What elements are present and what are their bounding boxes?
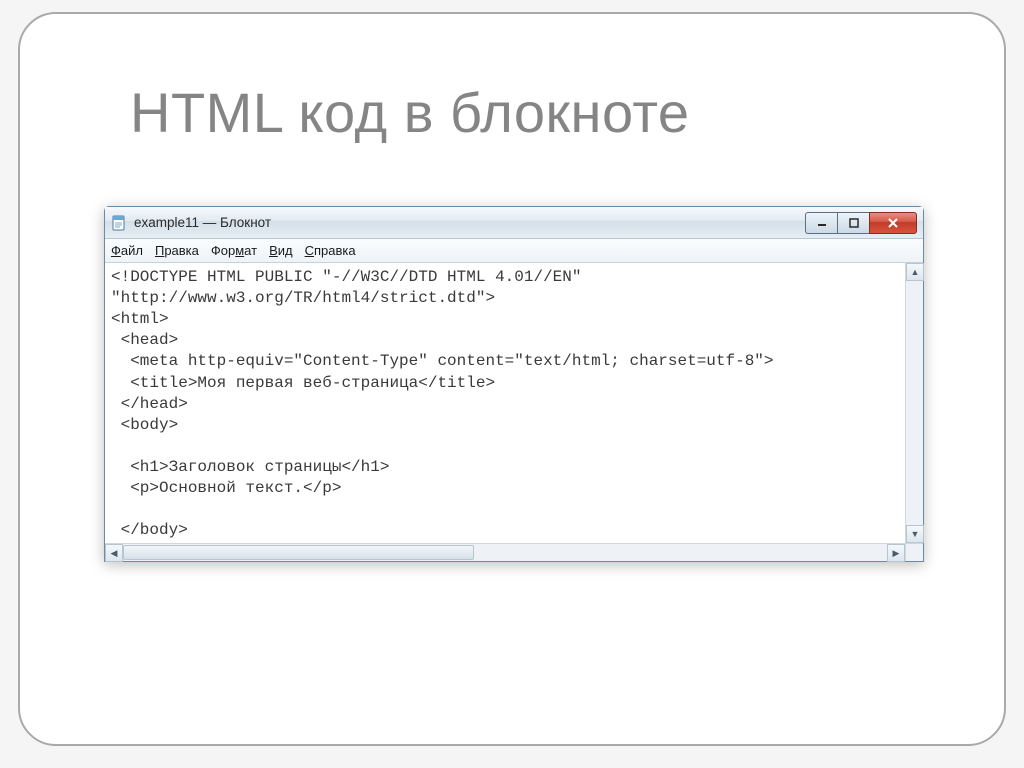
titlebar[interactable]: example11 — Блокнот xyxy=(105,207,923,239)
slide-title: HTML код в блокноте xyxy=(130,80,690,145)
menu-view[interactable]: Вид xyxy=(269,243,293,258)
slide-card: HTML код в блокноте example11 — Блокнот xyxy=(18,12,1006,746)
notepad-window: example11 — Блокнот Файл Правка Ф xyxy=(104,206,924,562)
menu-edit[interactable]: Правка xyxy=(155,243,199,258)
window-title: example11 — Блокнот xyxy=(134,215,271,230)
editor-textarea[interactable]: <!DOCTYPE HTML PUBLIC "-//W3C//DTD HTML … xyxy=(105,263,905,543)
vscroll-track[interactable] xyxy=(906,281,923,525)
close-icon xyxy=(887,217,899,229)
scroll-corner xyxy=(905,544,923,561)
vertical-scrollbar[interactable]: ▲ ▼ xyxy=(905,263,923,543)
menu-format[interactable]: Формат xyxy=(211,243,257,258)
scroll-left-button[interactable]: ◀ xyxy=(105,544,123,562)
window-controls xyxy=(805,212,917,234)
maximize-button[interactable] xyxy=(837,212,869,234)
menu-file[interactable]: Файл xyxy=(111,243,143,258)
hscroll-track[interactable] xyxy=(123,544,887,561)
scroll-right-button[interactable]: ▶ xyxy=(887,544,905,562)
minimize-icon xyxy=(817,218,827,228)
hscroll-thumb[interactable] xyxy=(123,545,474,560)
horizontal-scrollbar[interactable]: ◀ ▶ xyxy=(105,543,923,561)
menu-help[interactable]: Справка xyxy=(305,243,356,258)
menubar: Файл Правка Формат Вид Справка xyxy=(105,239,923,263)
minimize-button[interactable] xyxy=(805,212,837,234)
notepad-icon xyxy=(111,215,127,231)
scroll-up-button[interactable]: ▲ xyxy=(906,263,924,281)
editor-wrap: <!DOCTYPE HTML PUBLIC "-//W3C//DTD HTML … xyxy=(105,263,923,543)
close-button[interactable] xyxy=(869,212,917,234)
scroll-down-button[interactable]: ▼ xyxy=(906,525,924,543)
maximize-icon xyxy=(849,218,859,228)
